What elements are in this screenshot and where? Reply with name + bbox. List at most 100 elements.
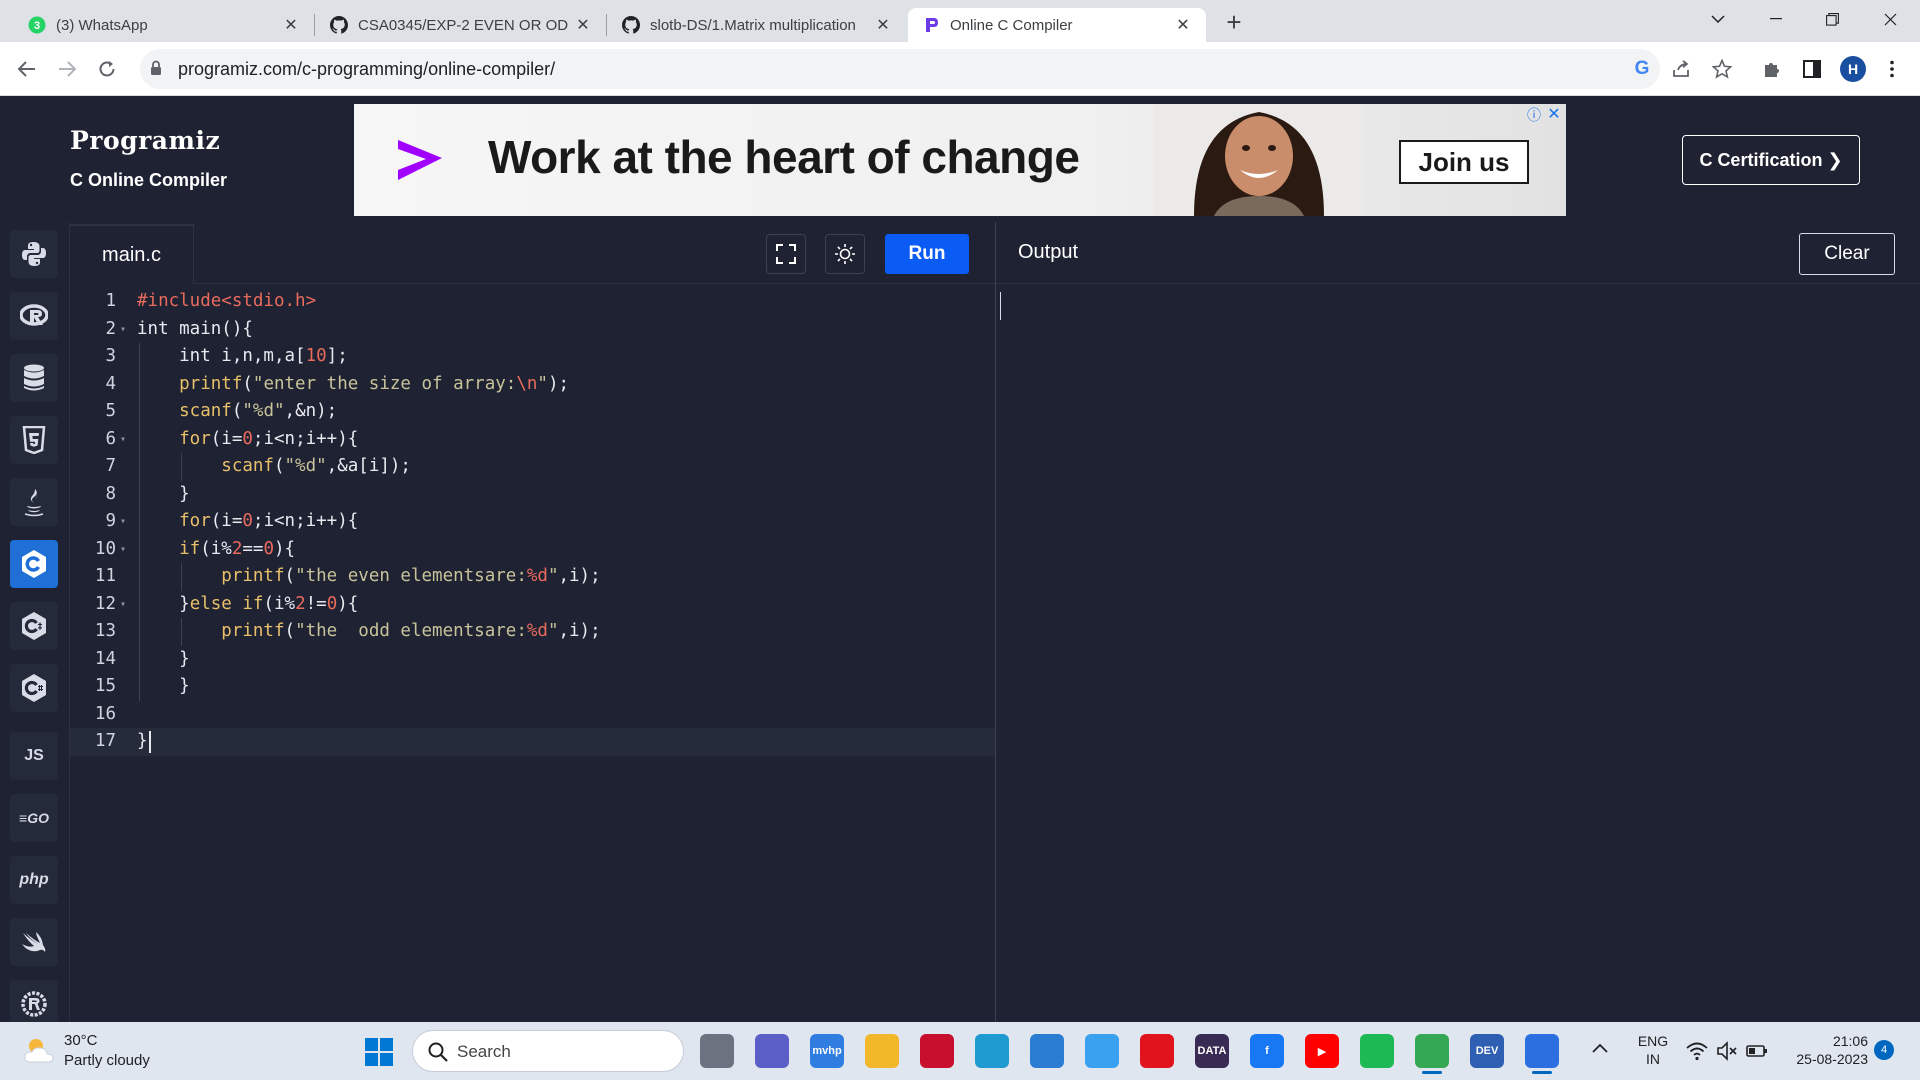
file-tab-main-c[interactable]: main.c	[70, 224, 194, 284]
restore-icon[interactable]	[1804, 0, 1860, 38]
extensions-puzzle-icon[interactable]	[1758, 55, 1786, 83]
window-close-icon[interactable]	[1862, 0, 1918, 38]
side-panel-icon[interactable]	[1798, 55, 1826, 83]
volume-muted-icon[interactable]	[1716, 1040, 1738, 1062]
fullscreen-button[interactable]	[766, 234, 806, 274]
run-button[interactable]: Run	[885, 234, 969, 274]
ad-close-icon[interactable]: ✕	[1546, 106, 1562, 123]
bookmark-star-icon[interactable]	[1708, 55, 1736, 83]
kebab-menu-icon[interactable]	[1878, 55, 1906, 83]
code-line[interactable]: 17}	[70, 728, 995, 756]
tab-whatsapp[interactable]: 3 (3) WhatsApp ✕	[14, 8, 314, 42]
sidebar-item-javascript[interactable]: JS	[10, 732, 58, 780]
opera-icon[interactable]	[1140, 1034, 1174, 1068]
tab-github-even-odd[interactable]: CSA0345/EXP-2 EVEN OR ODD.c ✕	[316, 8, 606, 42]
facebook-icon[interactable]: f	[1250, 1034, 1284, 1068]
fold-arrow-icon[interactable]: ▾	[120, 591, 130, 619]
fold-arrow-icon[interactable]: ▾	[120, 508, 130, 536]
data-app-icon[interactable]: DATA	[1195, 1034, 1229, 1068]
code-line[interactable]: 13 printf("the odd elementsare:%d",i);	[70, 618, 995, 646]
code-line[interactable]: 2 ▾ int main(){	[70, 316, 995, 344]
sidebar-item-go[interactable]: ≡GO	[10, 794, 58, 842]
back-arrow-icon[interactable]	[13, 55, 41, 83]
code-line[interactable]: 10 ▾ if(i%2==0){	[70, 536, 995, 564]
mvhp-icon[interactable]: mvhp	[810, 1034, 844, 1068]
weather-description[interactable]: Partly cloudy	[64, 1052, 150, 1069]
code-line[interactable]: 7 scanf("%d",&a[i]);	[70, 453, 995, 481]
clear-button[interactable]: Clear	[1799, 233, 1895, 275]
tab-online-c-compiler[interactable]: Online C Compiler ✕	[908, 8, 1206, 42]
code-line[interactable]: 14 }	[70, 646, 995, 674]
google-icon[interactable]: G	[1628, 55, 1656, 83]
dev-app-icon[interactable]: DEV	[1470, 1034, 1504, 1068]
share-icon[interactable]	[1668, 55, 1696, 83]
code-line[interactable]: 5 scanf("%d",&n);	[70, 398, 995, 426]
close-icon[interactable]: ✕	[1174, 16, 1192, 34]
tab-github-matrix[interactable]: slotb-DS/1.Matrix multiplication ✕	[608, 8, 906, 42]
sidebar-item-csharp[interactable]	[10, 664, 58, 712]
code-line[interactable]: 4 printf("enter the size of array:\n");	[70, 371, 995, 399]
sidebar-item-r[interactable]	[10, 292, 58, 340]
sidebar-item-c[interactable]	[10, 540, 58, 588]
sidebar-item-html[interactable]	[10, 416, 58, 464]
code-editor[interactable]: 1 #include<stdio.h> 2 ▾ int main(){3 int i,n…	[70, 284, 995, 1022]
tray-expand-chevron-icon[interactable]	[1592, 1040, 1608, 1058]
chrome-icon[interactable]	[1415, 1034, 1449, 1074]
fold-arrow-icon[interactable]: ▾	[120, 426, 130, 454]
file-explorer-icon[interactable]	[865, 1034, 899, 1068]
sidebar-item-python[interactable]	[10, 230, 58, 278]
code-line[interactable]: 12 ▾ }else if(i%2!=0){	[70, 591, 995, 619]
windows-start-icon[interactable]	[364, 1037, 394, 1067]
photos-icon[interactable]	[1525, 1034, 1559, 1074]
ad-banner[interactable]: Work at the heart of change Join us ⓘ ✕	[354, 104, 1566, 216]
programiz-logo[interactable]: Programiz	[70, 126, 220, 155]
wifi-icon[interactable]	[1686, 1040, 1708, 1062]
code-line[interactable]: 1 #include<stdio.h>	[70, 288, 995, 316]
reload-icon[interactable]	[93, 55, 121, 83]
code-line[interactable]: 8 }	[70, 481, 995, 509]
new-tab-button[interactable]: +	[1220, 7, 1248, 37]
profile-avatar[interactable]: H	[1840, 56, 1866, 82]
spotify-icon[interactable]	[1360, 1034, 1394, 1068]
forward-arrow-icon[interactable]	[53, 55, 81, 83]
ad-info-icon[interactable]: ⓘ	[1526, 107, 1542, 123]
code-line[interactable]: 3 int i,n,m,a[10];	[70, 343, 995, 371]
edge-icon[interactable]	[975, 1034, 1009, 1068]
code-line[interactable]: 9 ▾ for(i=0;i<n;i++){	[70, 508, 995, 536]
youtube-icon[interactable]: ▶	[1305, 1034, 1339, 1068]
sidebar-item-php[interactable]: php	[10, 856, 58, 904]
minimize-icon[interactable]	[1748, 0, 1804, 38]
close-icon[interactable]: ✕	[574, 16, 592, 34]
close-icon[interactable]: ✕	[874, 16, 892, 34]
weather-temperature[interactable]: 30°C	[64, 1032, 98, 1049]
task-view-icon[interactable]	[700, 1034, 734, 1068]
theme-toggle-button[interactable]	[825, 234, 865, 274]
code-line[interactable]: 6 ▾ for(i=0;i<n;i++){	[70, 426, 995, 454]
fold-arrow-icon[interactable]: ▾	[120, 536, 130, 564]
sidebar-item-cpp[interactable]	[10, 602, 58, 650]
code-line[interactable]: 15 }	[70, 673, 995, 701]
code-line[interactable]: 11 printf("the even elementsare:%d",i);	[70, 563, 995, 591]
output-terminal-cursor[interactable]	[1000, 292, 1001, 320]
sidebar-item-java[interactable]	[10, 478, 58, 526]
taskbar-search-box[interactable]: Search	[412, 1030, 684, 1072]
code-line[interactable]: 16	[70, 701, 995, 729]
sidebar-item-sql[interactable]	[10, 354, 58, 402]
partly-cloudy-icon[interactable]	[22, 1034, 56, 1068]
battery-icon[interactable]	[1746, 1040, 1768, 1062]
system-clock[interactable]: 21:06 25-08-2023	[1786, 1032, 1868, 1068]
c-certification-button[interactable]: C Certification ❯	[1682, 135, 1860, 185]
tab-search-chevron-icon[interactable]	[1690, 0, 1746, 38]
sidebar-item-swift[interactable]	[10, 918, 58, 966]
mcafee-icon[interactable]	[920, 1034, 954, 1068]
ad-join-button[interactable]: Join us	[1399, 140, 1529, 184]
url-text[interactable]: programiz.com/c-programming/online-compi…	[178, 59, 555, 80]
input-language-indicator[interactable]: ENG IN	[1636, 1032, 1670, 1068]
close-icon[interactable]: ✕	[282, 16, 300, 34]
sidebar-item-rust[interactable]	[10, 980, 58, 1028]
microsoft-store-icon[interactable]	[1030, 1034, 1064, 1068]
notification-badge[interactable]: 4	[1874, 1040, 1894, 1060]
teams-chat-icon[interactable]	[755, 1034, 789, 1068]
fold-arrow-icon[interactable]: ▾	[120, 316, 130, 344]
helper-icon[interactable]	[1085, 1034, 1119, 1068]
